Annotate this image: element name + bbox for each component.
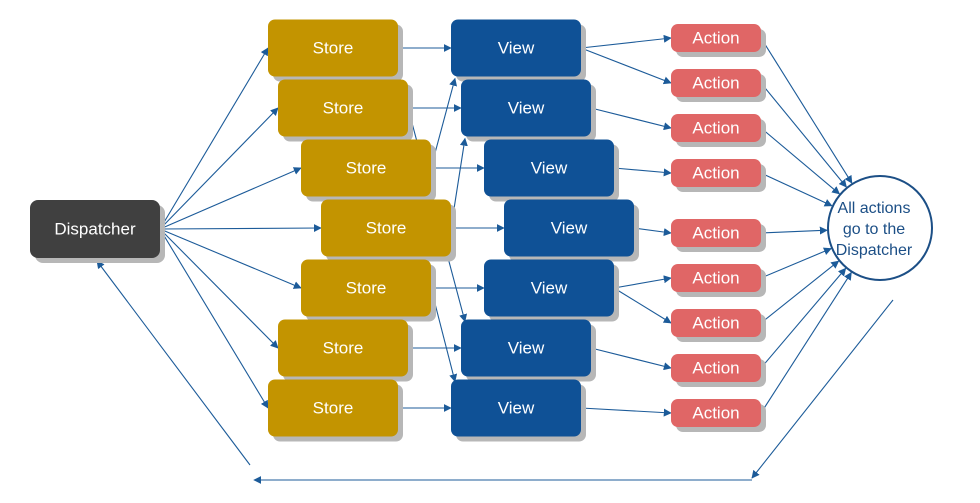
view-node-label: View [531,279,568,298]
store-node-label: Store [366,219,407,238]
view-node-label: View [508,339,545,358]
store-node: Store [301,259,436,322]
action-node: Action [671,24,766,57]
action-node: Action [671,309,766,342]
dispatcher-node: Dispatcher [30,200,165,263]
view-node-label: View [551,219,588,238]
action-node-label: Action [692,74,739,93]
edge-action-7-to-collector [760,267,847,369]
edge-action-3-to-collector [760,172,833,207]
action-node-label: Action [692,29,739,48]
view-node: View [451,19,586,82]
view-node-label: View [498,39,535,58]
edge-action-0-to-collector [760,37,853,184]
edge-action-4-to-collector [760,226,828,235]
edge-dispatcher-to-store-3 [159,224,322,233]
view-node: View [461,79,596,142]
action-node: Action [671,399,766,432]
collector-text-line: go to the [843,221,905,238]
action-node-label: Action [692,164,739,183]
store-node-label: Store [313,399,354,418]
collector-text-line: Dispatcher [836,242,913,259]
edge-view-0-to-action-1 [580,47,672,85]
view-node: View [484,139,619,202]
nodes-layer: Dispatcher Store Store Store Store Store Store… [30,19,933,442]
edge-view-6-to-action-8 [580,407,672,417]
action-node-label: Action [692,404,739,423]
view-node: View [504,199,639,262]
collector-text-line: All actions [838,200,911,217]
action-node: Action [671,219,766,252]
action-node: Action [671,114,766,147]
dispatcher-node-label: Dispatcher [54,220,136,239]
store-node: Store [278,79,413,142]
view-node-label: View [498,399,535,418]
action-node-label: Action [692,119,739,138]
edge-dispatcher-to-store-6 [159,228,269,409]
edge-action-2-to-collector [760,127,841,195]
view-node: View [451,379,586,442]
action-node: Action [671,264,766,297]
view-node-label: View [531,159,568,178]
edge-dispatcher-to-store-1 [159,107,279,230]
store-node: Store [278,319,413,382]
edge-view-1-to-action-2 [590,107,672,131]
action-node: Action [671,354,766,387]
store-node-label: Store [346,279,387,298]
action-node-label: Action [692,314,739,333]
action-node-label: Action [692,269,739,288]
action-node: Action [671,159,766,192]
edge-view-4-to-action-6 [613,287,672,324]
view-node-label: View [508,99,545,118]
store-node-label: Store [323,339,364,358]
store-node: Store [321,199,456,262]
edge-dispatcher-to-store-4 [159,228,302,289]
action-node-label: Action [692,224,739,243]
edge-bottom-to-dispatcher [96,260,251,466]
dispatcher-collector-circle: All actions go to the Dispatcher [827,175,933,281]
edge-view-3-to-action-4 [633,227,672,236]
edge-action-1-to-collector [760,82,847,188]
edge-view-0-to-action-0 [580,34,672,49]
action-node: Action [671,69,766,102]
edge-collector-to-bottom [751,299,894,479]
store-node-label: Store [313,39,354,58]
view-node: View [461,319,596,382]
edge-view-4-to-action-5 [613,275,672,289]
edge-dispatcher-to-store-2 [159,167,302,230]
store-node-label: Store [346,159,387,178]
edge-dispatcher-to-store-0 [159,47,269,230]
edge-view-5-to-action-7 [590,347,672,371]
store-node: Store [301,139,436,202]
edge-action-6-to-collector [760,260,840,324]
view-node: View [484,259,619,322]
store-node-label: Store [323,99,364,118]
edge-dispatcher-to-store-5 [159,228,279,349]
store-node: Store [268,379,403,442]
action-node-label: Action [692,359,739,378]
store-node: Store [268,19,403,82]
edge-action-5-to-collector [760,247,832,279]
flux-diagram: Dispatcher Store Store Store Store Store Store… [30,19,933,484]
edge-action-8-to-collector [760,271,852,414]
edge-view-2-to-action-3 [613,167,672,177]
